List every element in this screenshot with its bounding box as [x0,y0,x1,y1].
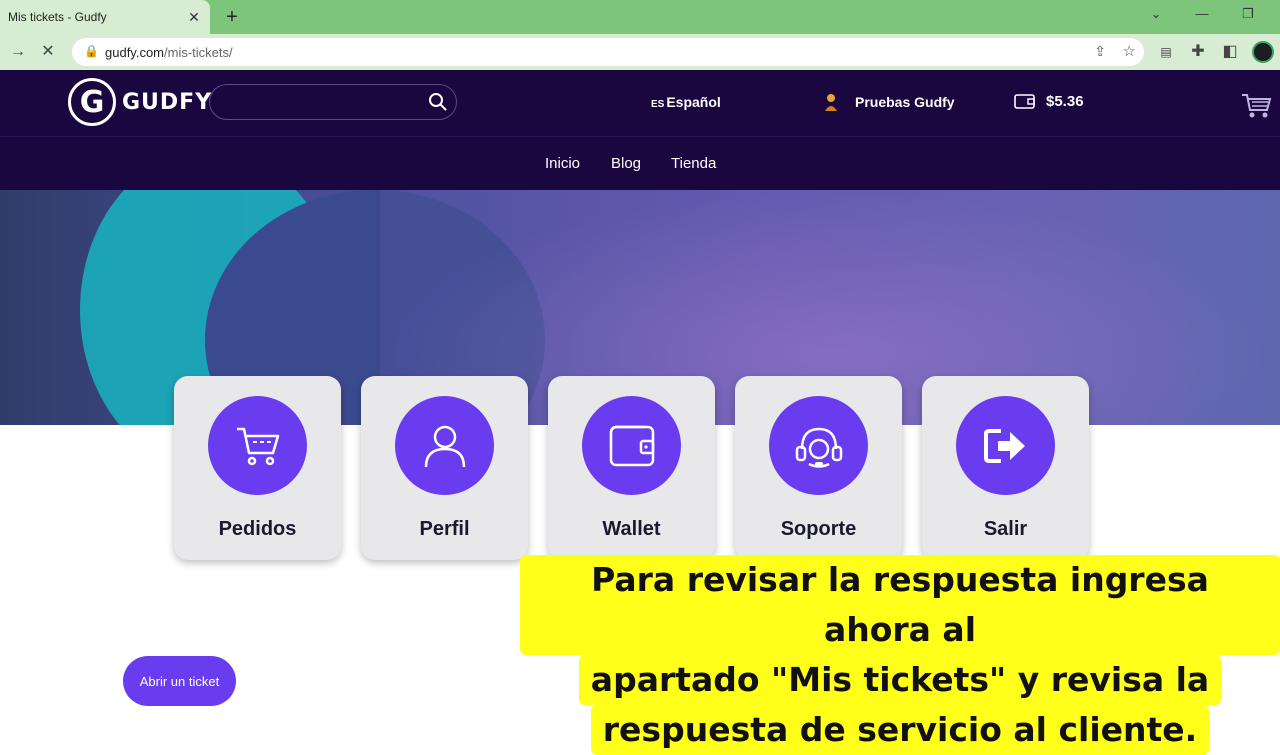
card-salir-circle [956,396,1055,495]
user-menu[interactable]: Pruebas Gudfy [824,92,955,112]
wallet-icon [1014,94,1035,109]
cart-icon [236,427,279,465]
restore-icon[interactable]: ❐ [1238,6,1258,22]
logo-text: GUDFY [122,89,213,115]
cart-icon[interactable] [1240,92,1272,120]
bookmark-star-icon[interactable]: ☆ [1123,42,1136,60]
new-tab-icon[interactable]: + [222,6,242,28]
wallet-balance[interactable]: $5.36 [1014,92,1084,110]
card-pedidos[interactable]: Pedidos [174,376,341,560]
language-flag-icon: ES [651,99,665,110]
headset-icon [795,427,842,468]
caption-line-3: respuesta de servicio al cliente. [590,705,1210,755]
stop-loading-icon[interactable]: ✕ [38,42,58,62]
card-pedidos-circle [208,396,307,495]
search-input[interactable] [209,84,457,120]
main-nav: Inicio Blog Tienda [0,136,1280,190]
card-pedidos-label: Pedidos [218,518,297,540]
share-icon[interactable]: ⇪ [1094,43,1106,60]
tab-search-icon[interactable]: ⌄ [1146,6,1166,22]
nav-tienda[interactable]: Tienda [671,155,716,172]
card-salir-label: Salir [983,518,1028,540]
user-avatar-icon [825,94,837,111]
side-panel-icon[interactable]: ◧ [1220,42,1240,62]
card-wallet-label: Wallet [602,518,661,540]
close-tab-icon[interactable]: ✕ [184,7,204,27]
search-icon[interactable] [428,92,448,112]
card-soporte[interactable]: Soporte [735,376,902,560]
caption-line-1: Para revisar la respuesta ingresa ahora … [520,555,1280,655]
minimize-icon[interactable]: — [1192,6,1212,21]
wallet-icon [609,425,654,466]
card-perfil[interactable]: Perfil [361,376,528,560]
forward-icon[interactable]: → [8,42,28,62]
puzzle-extensions-icon[interactable]: ✚ [1188,42,1208,62]
logo-g-icon: G [68,78,116,126]
extension-icon[interactable]: ▤ [1156,42,1176,62]
open-ticket-button[interactable]: Abrir un ticket [123,656,236,706]
browser-toolbar: → ✕ 🔒 gudfy.com/mis-tickets/ ⇪ ☆ ▤ ✚ ◧ [0,34,1280,70]
browser-tab[interactable]: Mis tickets - Gudfy ✕ [0,0,210,34]
url-text: gudfy.com/mis-tickets/ [105,45,233,60]
card-soporte-label: Soporte [780,518,857,540]
language-selector[interactable]: ES Español [651,94,721,110]
user-icon [424,425,465,467]
card-salir[interactable]: Salir [922,376,1089,560]
card-soporte-circle [769,396,868,495]
profile-avatar[interactable] [1252,41,1274,63]
nav-inicio[interactable]: Inicio [545,155,580,172]
lock-icon: 🔒 [84,44,99,58]
language-label: Español [666,94,721,110]
tab-title: Mis tickets - Gudfy [8,10,107,24]
browser-tab-bar: Mis tickets - Gudfy ✕ + ⌄ — ❐ [0,0,1280,34]
card-wallet[interactable]: Wallet [548,376,715,560]
address-bar[interactable]: 🔒 gudfy.com/mis-tickets/ ⇪ ☆ [72,38,1144,66]
caption-line-2: apartado "Mis tickets" y revisa la [578,655,1222,705]
card-perfil-label: Perfil [419,518,470,540]
user-name: Pruebas Gudfy [855,94,955,110]
site-logo[interactable]: G GUDFY [68,78,212,126]
logout-icon [983,428,1025,463]
wallet-amount: $5.36 [1046,92,1084,110]
site-header: G GUDFY ES Español Pruebas Gudfy $5.36 [0,70,1280,136]
subtitle-caption: Para revisar la respuesta ingresa ahora … [520,555,1280,755]
card-wallet-circle [582,396,681,495]
nav-blog[interactable]: Blog [611,155,641,172]
card-perfil-circle [395,396,494,495]
